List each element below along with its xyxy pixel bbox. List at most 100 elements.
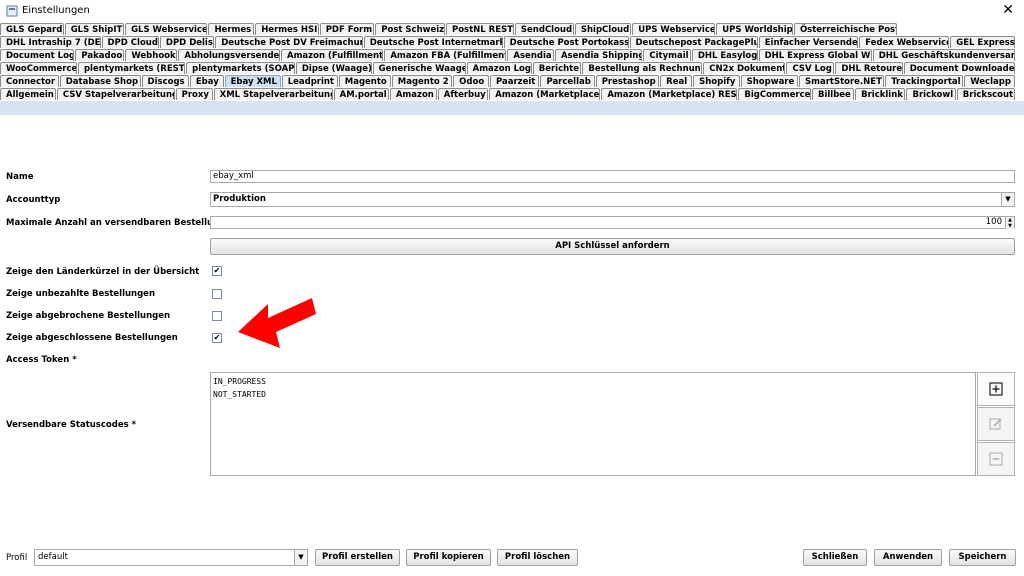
show-cancelled-checkbox[interactable] [212, 311, 222, 321]
tab-amazon[interactable]: Amazon [389, 88, 437, 100]
tab-cn2x-dokument[interactable]: CN2x Dokument [703, 62, 786, 74]
tab-dhl-retoure[interactable]: DHL Retoure [835, 62, 903, 74]
show-unpaid-checkbox[interactable] [212, 289, 222, 299]
tab-berichte[interactable]: Berichte [532, 62, 582, 74]
tab-amazon-fba-fulfillment[interactable]: Amazon FBA (Fulfillment) [384, 49, 507, 61]
max-orders-stepper[interactable]: 100 ▲ ▼ [210, 216, 1015, 229]
tab-deutschepost-packageplus[interactable]: Deutschepost PackagePlus [629, 36, 758, 48]
tab-woocommerce[interactable]: WooCommerce [0, 62, 77, 74]
tab-shipcloud[interactable]: ShipCloud [574, 23, 632, 35]
apply-button[interactable]: Anwenden [874, 549, 942, 566]
profile-select[interactable]: default ▼ [34, 549, 308, 566]
tab-connector[interactable]: Connector [0, 75, 59, 87]
tab-einfacher-versender[interactable]: Einfacher Versender [758, 36, 859, 48]
tab-dipse-waage[interactable]: Dipse (Waage) [295, 62, 372, 74]
tab-paarzeit[interactable]: Paarzeit [489, 75, 540, 87]
tab-ebay[interactable]: Ebay [189, 75, 224, 87]
tab-hermes-hsi[interactable]: Hermes HSI [255, 23, 319, 35]
tab-gel-express[interactable]: GEL Express [950, 36, 1015, 48]
tab-deutsche-post-internetmarke[interactable]: Deutsche Post Internetmarke [363, 36, 503, 48]
tab-postnl-rest[interactable]: PostNL REST [445, 23, 514, 35]
tab-ebay-xml[interactable]: Ebay XML [224, 75, 281, 87]
tab-sendcloud[interactable]: SendCloud [514, 23, 574, 35]
tab-brickscout[interactable]: Brickscout [956, 88, 1015, 100]
tab-pakadoo[interactable]: Pakadoo [75, 49, 125, 61]
tab-bestellung-als-rechnung[interactable]: Bestellung als Rechnung [582, 62, 703, 74]
tab-fedex-webservice[interactable]: Fedex Webservice [859, 36, 950, 48]
name-input[interactable]: ebay_xml [210, 170, 1015, 183]
tab-deutsche-post-portokasse[interactable]: Deutsche Post Portokasse [503, 36, 629, 48]
tab-csv-log[interactable]: CSV Log [786, 62, 835, 74]
tab-österreichische-post[interactable]: Österreichische Post [793, 23, 898, 35]
status-codes-list[interactable]: IN_PROGRESS NOT_STARTED [210, 372, 976, 476]
tab-ups-worldship[interactable]: UPS Worldship [716, 23, 793, 35]
tab-dpd-cloud[interactable]: DPD Cloud [101, 36, 159, 48]
tab-asendia-shipping[interactable]: Asendia Shipping [554, 49, 643, 61]
list-item[interactable]: IN_PROGRESS [213, 375, 973, 388]
tab-magento[interactable]: Magento [338, 75, 391, 87]
tab-document-downloader[interactable]: Document Downloader [903, 62, 1015, 74]
spinner-arrows-icon[interactable]: ▲ ▼ [1005, 217, 1014, 229]
close-button[interactable]: Schließen [803, 549, 867, 566]
tab-smartstore-net[interactable]: SmartStore.NET [798, 75, 885, 87]
chevron-down-icon[interactable]: ▼ [294, 550, 307, 565]
tab-database-shop[interactable]: Database Shop [59, 75, 141, 87]
tab-csv-stapelverarbeitung[interactable]: CSV Stapelverarbeitung [56, 88, 175, 100]
save-button[interactable]: Speichern [949, 549, 1016, 566]
access-token-input[interactable] [210, 352, 1015, 365]
tab-gls-webservice[interactable]: GLS Webservice [125, 23, 208, 35]
tab-plentymarkets-rest[interactable]: plentymarkets (REST) [77, 62, 186, 74]
tab-asendia[interactable]: Asendia [507, 49, 554, 61]
tab-amazon-log[interactable]: Amazon Log [466, 62, 532, 74]
tab-discogs[interactable]: Discogs [141, 75, 189, 87]
tab-proxy[interactable]: Proxy [175, 88, 213, 100]
tab-citymail[interactable]: Citymail [643, 49, 691, 61]
tab-bricklink[interactable]: Bricklink [855, 88, 906, 100]
accounttype-select[interactable]: Produktion ▼ [210, 192, 1015, 207]
tab-dhl-geschäftskundenversand[interactable]: DHL Geschäftskundenversand [872, 49, 1015, 61]
tab-afterbuy[interactable]: Afterbuy [437, 88, 489, 100]
tab-webhook[interactable]: Webhook [125, 49, 178, 61]
tab-dhl-intraship-7-de[interactable]: DHL Intraship 7 (DE) [0, 36, 101, 48]
tab-odoo[interactable]: Odoo [453, 75, 489, 87]
tab-gls-shipit[interactable]: GLS ShipIT [64, 23, 125, 35]
tab-plentymarkets-soap[interactable]: plentymarkets (SOAP) [186, 62, 295, 74]
delete-profile-button[interactable]: Profil löschen [497, 549, 578, 566]
tab-weclapp[interactable]: Weclapp [964, 75, 1015, 87]
tab-gls-gepard[interactable]: GLS Gepard [0, 23, 64, 35]
tab-dpd-delis[interactable]: DPD Delis [159, 36, 215, 48]
tab-pdf-form[interactable]: PDF Form [319, 23, 375, 35]
tab-magento-2[interactable]: Magento 2 [391, 75, 453, 87]
add-status-button[interactable] [977, 372, 1015, 406]
remove-status-button[interactable] [977, 442, 1015, 476]
tab-document-log[interactable]: Document Log [0, 49, 75, 61]
show-completed-checkbox[interactable]: ✔ [212, 333, 222, 343]
tab-abholungsversender[interactable]: Abholungsversender [178, 49, 280, 61]
tab-dhl-express-global-ws[interactable]: DHL Express Global WS [758, 49, 872, 61]
tab-leadprint[interactable]: Leadprint [281, 75, 338, 87]
tab-billbee[interactable]: Billbee [811, 88, 855, 100]
copy-profile-button[interactable]: Profil kopieren [406, 549, 491, 566]
tab-amazon-fulfillment[interactable]: Amazon (Fulfillment) [281, 49, 384, 61]
create-profile-button[interactable]: Profil erstellen [315, 549, 400, 566]
edit-status-button[interactable] [977, 407, 1015, 441]
api-key-button[interactable]: API Schlüssel anfordern [210, 238, 1015, 255]
tab-parcellab[interactable]: Parcellab [540, 75, 595, 87]
tab-shopify[interactable]: Shopify [693, 75, 740, 87]
tab-am-portal[interactable]: AM.portal [333, 88, 389, 100]
tab-brickowl[interactable]: Brickowl [906, 88, 956, 100]
tab-deutsche-post-dv-freimachung[interactable]: Deutsche Post DV Freimachung [215, 36, 363, 48]
tab-ups-webservice[interactable]: UPS Webservice [632, 23, 716, 35]
tab-post-schweiz[interactable]: Post Schweiz [375, 23, 445, 35]
tab-generische-waage[interactable]: Generische Waage [372, 62, 466, 74]
tab-amazon-marketplace-rest[interactable]: Amazon (Marketplace) REST [601, 88, 738, 100]
chevron-down-icon[interactable]: ▼ [1001, 193, 1014, 206]
list-item[interactable]: NOT_STARTED [213, 388, 973, 401]
close-icon[interactable]: ✕ [1002, 2, 1014, 18]
tab-shopware[interactable]: Shopware [740, 75, 798, 87]
tab-hermes[interactable]: Hermes [208, 23, 255, 35]
tab-prestashop[interactable]: Prestashop [595, 75, 660, 87]
tab-real[interactable]: Real [660, 75, 693, 87]
tab-xml-stapelverarbeitung[interactable]: XML Stapelverarbeitung [213, 88, 333, 100]
tab-bigcommerce[interactable]: BigCommerce [738, 88, 811, 100]
